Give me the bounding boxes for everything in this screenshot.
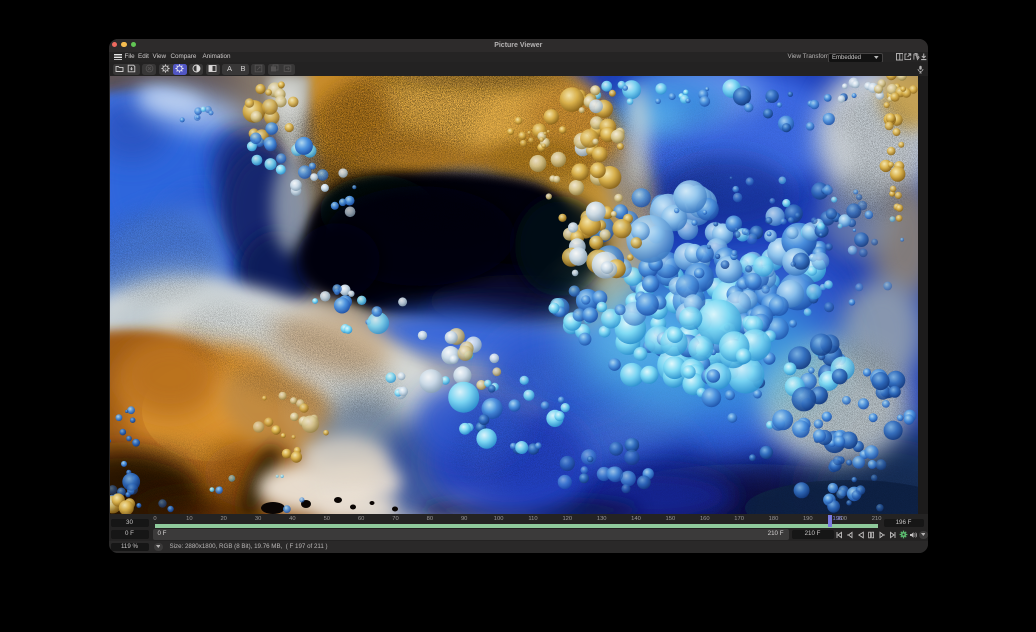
- svg-text:x: x: [165, 66, 167, 71]
